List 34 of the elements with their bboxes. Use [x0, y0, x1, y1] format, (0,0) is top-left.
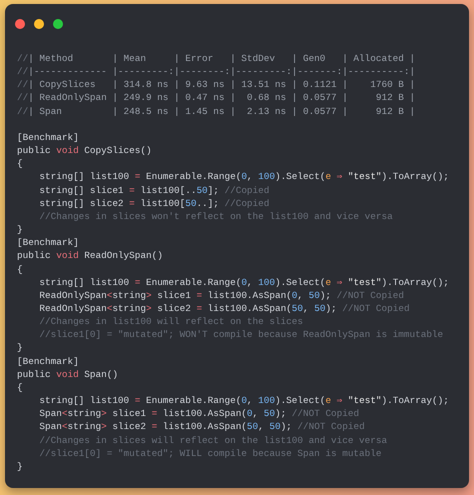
- code-line: [Benchmark]: [17, 354, 80, 368]
- code-line: public void CopySlices(): [17, 144, 153, 158]
- code-line: [Benchmark]: [17, 130, 80, 144]
- code-line: public void Span(): [17, 368, 119, 381]
- code-line: //| Span | 248.5 ns | 1.45 ns | 2.13 ns | 0.0577 | 912 B |: [17, 104, 416, 118]
- close-button[interactable]: [15, 19, 25, 29]
- code-line: //Changes in slices won't reflect on the list100 and vice versa: [38, 210, 394, 224]
- code-line: }: [17, 223, 24, 236]
- minimize-button[interactable]: [34, 19, 44, 29]
- maximize-button[interactable]: [53, 19, 63, 29]
- code-line: }: [17, 341, 24, 355]
- code-line: //Changes in list100 will reflect on the slices: [38, 315, 304, 328]
- code-line: //|------------- |---------:|--------:|---------:|-------:|----------:|: [17, 65, 416, 78]
- code-line: }: [17, 460, 24, 473]
- code-line: ReadOnlySpan<string> slice1 = list100.AsSpan(0, 50); //NOT Copied: [38, 288, 405, 302]
- code-line: string[] slice1 = list100[..50]; //Copied: [38, 184, 270, 197]
- code-line: //slice1[0] = "mutated"; WON'T compile because ReadOnlySpan is immutable: [38, 328, 444, 342]
- code-line: string[] list100 = Enumerable.Range(0, 100).Select(e ⇒ "test").ToArray();: [38, 394, 450, 408]
- code-line: string[] slice2 = list100[50..]; //Copied: [38, 196, 270, 210]
- code-line: ReadOnlySpan<string> slice2 = list100.AsSpan(50, 50); //NOT Copied: [38, 302, 411, 316]
- code-line: Span<string> slice1 = list100.AsSpan(0, 50); //NOT Copied: [38, 407, 360, 420]
- code-line: [Benchmark]: [17, 236, 80, 250]
- code-line: {: [17, 380, 24, 394]
- code-line: string[] list100 = Enumerable.Range(0, 100).Select(e ⇒ "test").ToArray();: [38, 170, 450, 184]
- code-line: string[] list100 = Enumerable.Range(0, 100).Select(e ⇒ "test").ToArray();: [38, 276, 450, 289]
- code-line: Span<string> slice2 = list100.AsSpan(50, 50); //NOT Copied: [38, 420, 366, 434]
- code-line: //| ReadOnlySpan | 249.9 ns | 0.47 ns | 0.68 ns | 0.0577 | 912 B |: [17, 91, 416, 105]
- code-line: //| CopySlices | 314.8 ns | 9.63 ns | 13.51 ns | 0.1121 | 1760 B |: [17, 78, 416, 92]
- code-line: //| Method | Mean | Error | StdDev | Gen0 | Allocated |: [17, 52, 416, 66]
- code-line: {: [17, 157, 24, 170]
- code-line: //slice1[0] = "mutated"; WILL compile because Span is mutable: [38, 446, 382, 460]
- code-line: //Changes in slices will reflect on the list100 and vice versa: [38, 434, 388, 447]
- code-line: public void ReadOnlySpan(): [17, 249, 164, 262]
- code-line: {: [17, 262, 24, 276]
